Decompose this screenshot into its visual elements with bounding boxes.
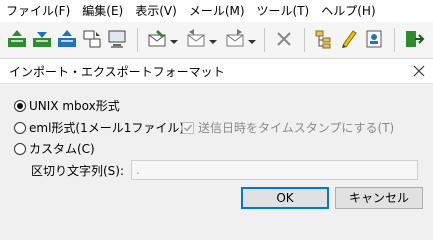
separator-label: 区切り文字列(S): [31, 164, 125, 178]
toolbar [0, 22, 433, 59]
chevron-down-icon[interactable] [209, 35, 217, 44]
address-book-icon[interactable] [363, 28, 385, 50]
edit-pencil-icon[interactable] [338, 28, 360, 50]
option-unix-mbox-label: UNIX mbox形式 [29, 99, 120, 113]
dialog-title: インポート・エクスポートフォーマット [9, 65, 225, 79]
computer-icon[interactable] [106, 28, 128, 50]
option-custom[interactable]: カスタム(C) [14, 140, 95, 157]
radio-eml[interactable] [14, 121, 26, 134]
checkmark-icon [184, 124, 193, 132]
option-eml-label: eml形式(1メール1ファイル) [29, 121, 185, 135]
new-mail-icon[interactable] [146, 28, 168, 50]
toolbar-separator [394, 28, 395, 52]
sync-icon[interactable] [81, 28, 103, 50]
chevron-down-icon[interactable] [248, 35, 256, 44]
menu-tools[interactable]: ツール(T) [251, 0, 316, 22]
timestamp-checkbox-label: 送信日時をタイムスタンプにする(T) [198, 121, 395, 135]
option-eml[interactable]: eml形式(1メール1ファイル) [14, 119, 184, 136]
delete-icon[interactable] [273, 28, 295, 50]
option-unix-mbox[interactable]: UNIX mbox形式 [14, 97, 120, 114]
separator-label-row: 区切り文字列(S): [31, 162, 124, 179]
menu-file[interactable]: ファイル(F) [0, 0, 76, 22]
menu-bar: ファイル(F) 編集(E) 表示(V) メール(M) ツール(T) ヘルプ(H) [0, 0, 433, 22]
radio-custom[interactable] [14, 142, 26, 155]
cancel-button[interactable]: キャンセル [335, 187, 423, 209]
toolbar-separator [304, 28, 305, 52]
forward-icon[interactable] [224, 28, 246, 50]
chevron-down-icon[interactable] [170, 35, 178, 44]
exit-icon[interactable] [403, 28, 425, 50]
menu-view[interactable]: 表示(V) [129, 0, 183, 22]
send-receive-icon[interactable] [6, 28, 28, 50]
ok-button[interactable]: OK [241, 187, 329, 209]
separator-input[interactable]: . [131, 160, 418, 180]
menu-edit[interactable]: 編集(E) [76, 0, 129, 22]
menu-help[interactable]: ヘルプ(H) [315, 0, 381, 22]
reply-icon[interactable] [185, 28, 207, 50]
receive-icon[interactable] [31, 28, 53, 50]
timestamp-checkbox[interactable] [182, 121, 194, 134]
dialog-titlebar: インポート・エクスポートフォーマット [0, 59, 433, 84]
close-button[interactable] [409, 61, 429, 81]
toolbar-separator [137, 28, 138, 52]
close-icon [413, 65, 425, 77]
radio-unix-mbox[interactable] [14, 99, 26, 112]
menu-mail[interactable]: メール(M) [183, 0, 251, 22]
folder-tree-icon[interactable] [313, 28, 335, 50]
toolbar-separator [264, 28, 265, 52]
timestamp-option[interactable]: 送信日時をタイムスタンプにする(T) [182, 119, 394, 136]
send-icon[interactable] [56, 28, 78, 50]
option-custom-label: カスタム(C) [29, 142, 95, 156]
